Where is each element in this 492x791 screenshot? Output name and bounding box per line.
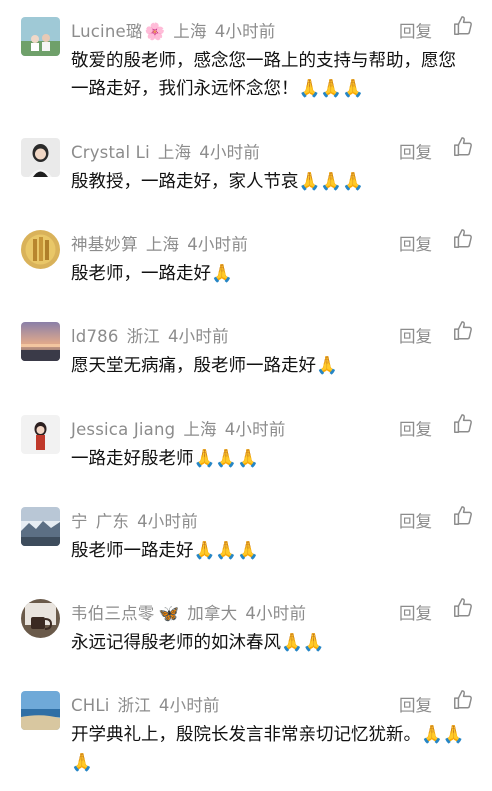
thumbs-up-icon (454, 137, 472, 156)
user-location: 浙江 (117, 696, 151, 715)
avatar[interactable] (21, 691, 60, 730)
user-location: 浙江 (126, 327, 160, 346)
thumbs-up-icon (454, 321, 472, 340)
avatar[interactable] (21, 230, 60, 269)
comment-time: 4小时前 (158, 696, 220, 715)
reply-button[interactable]: 回复 (399, 323, 432, 347)
comment-text: 殷教授，一路走好，家人节哀🙏🙏🙏 (71, 172, 364, 192)
thumbs-up-icon (454, 598, 472, 617)
comment-meta: 宁广东 4小时前 (71, 508, 206, 532)
user-name[interactable]: ld786 (71, 327, 119, 346)
comment-time: 4小时前 (245, 604, 307, 623)
butterfly-emoji: 🦋 (158, 604, 180, 623)
flower-emoji: 🌸 (144, 22, 166, 41)
comment-meta: Lucine璐 🌸 上海 4小时前 (71, 18, 284, 42)
like-button[interactable] (452, 597, 474, 619)
comment-meta: Jessica Jiang 上海 4小时前 (71, 416, 294, 440)
user-name[interactable]: 神基妙算 (71, 235, 138, 254)
comment-meta: 韦伯三点零 🦋 加拿大 4小时前 (71, 600, 314, 624)
reply-button[interactable]: 回复 (399, 692, 432, 716)
avatar[interactable] (21, 507, 60, 546)
avatar[interactable] (21, 322, 60, 361)
comment-text: 愿天堂无病痛，殷老师一路走好🙏 (71, 356, 338, 376)
like-button[interactable] (452, 413, 474, 435)
reply-button[interactable]: 回复 (399, 416, 432, 440)
comment-text: 永远记得殷老师的如沐春风🙏🙏 (71, 633, 325, 653)
reply-button[interactable]: 回复 (399, 231, 432, 255)
user-name[interactable]: Lucine璐 🌸 (71, 22, 165, 41)
comment-text: 殷老师一路走好🙏🙏🙏 (71, 541, 259, 561)
reply-button[interactable]: 回复 (399, 139, 432, 163)
user-location: 广东 (95, 512, 130, 531)
thumbs-up-icon (454, 690, 472, 709)
reply-button[interactable]: 回复 (399, 600, 432, 624)
comment-time: 4小时前 (167, 327, 229, 346)
user-name[interactable]: Jessica Jiang (71, 420, 175, 439)
comment-text: 殷老师，一路走好🙏 (71, 264, 233, 284)
comment-text: 开学典礼上，殷院长发言非常亲切记忆犹新。🙏🙏🙏 (71, 725, 465, 773)
like-button[interactable] (452, 505, 474, 527)
user-location: 上海 (145, 235, 180, 254)
comment-time: 4小时前 (199, 143, 261, 162)
comment-meta: CHLi 浙江 4小时前 (71, 692, 228, 716)
reply-button[interactable]: 回复 (399, 18, 432, 42)
like-button[interactable] (452, 689, 474, 711)
comment-time: 4小时前 (224, 420, 286, 439)
user-name[interactable]: 宁 (71, 512, 88, 531)
user-name[interactable]: CHLi (71, 696, 110, 715)
like-button[interactable] (452, 320, 474, 342)
avatar[interactable] (21, 138, 60, 177)
comment-meta: ld786 浙江 4小时前 (71, 323, 237, 347)
comment-time: 4小时前 (214, 22, 276, 41)
avatar[interactable] (21, 599, 60, 638)
like-button[interactable] (452, 15, 474, 37)
thumbs-up-icon (454, 16, 472, 35)
comment-time: 4小时前 (187, 235, 249, 254)
avatar[interactable] (21, 17, 60, 56)
comment-meta: 神基妙算 上海 4小时前 (71, 231, 256, 255)
user-location: 上海 (173, 22, 207, 41)
thumbs-up-icon (454, 414, 472, 433)
comment-meta: Crystal Li 上海 4小时前 (71, 139, 268, 163)
user-name[interactable]: Crystal Li (71, 143, 150, 162)
like-button[interactable] (452, 228, 474, 250)
thumbs-up-icon (454, 229, 472, 248)
avatar[interactable] (21, 415, 60, 454)
reply-button[interactable]: 回复 (399, 508, 432, 532)
comment-text: 敬爱的殷老师，感念您一路上的支持与帮助，愿您一路走好，我们永远怀念您！🙏🙏🙏 (71, 51, 456, 99)
comment-text: 一路走好殷老师🙏🙏🙏 (71, 449, 259, 469)
user-name[interactable]: 韦伯三点零 🦋 (71, 604, 179, 623)
user-location: 加拿大 (187, 604, 238, 623)
like-button[interactable] (452, 136, 474, 158)
thumbs-up-icon (454, 506, 472, 525)
user-location: 上海 (157, 143, 192, 162)
comment-time: 4小时前 (137, 512, 198, 531)
user-location: 上海 (183, 420, 217, 439)
